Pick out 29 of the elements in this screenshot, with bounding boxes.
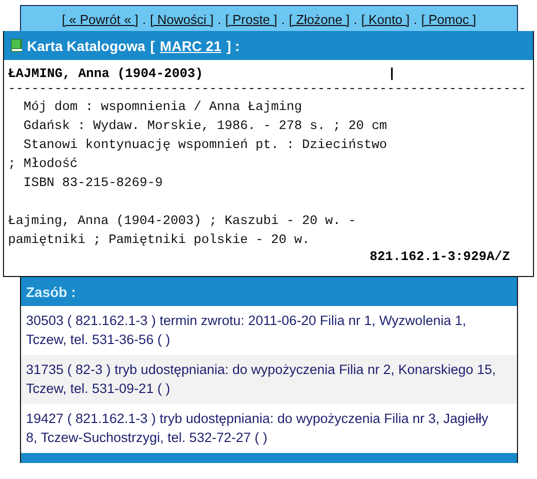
description-line: ; Młodość (8, 155, 79, 173)
description-line: Stanowi kontynuację wspomnień pt. : Dzieciństwo (22, 136, 388, 154)
nav-link[interactable]: [ Konto ] (361, 12, 410, 26)
description-line: Mój dom : wspomnienia / Anna Łajming (22, 98, 303, 116)
book-icon (11, 39, 22, 52)
subject-line: pamiętniki ; Pamiętniki polskie - 20 w. (8, 231, 311, 249)
text-cursor: | (388, 66, 396, 81)
nav-link[interactable]: [ « Powrót « ] (62, 12, 138, 26)
description-line: Gdańsk : Wydaw. Morskie, 1986. - 278 s. ; 20 cm (22, 117, 388, 135)
nav-separator: . (414, 12, 418, 26)
dashed-rule: ------------------------------------------------------------------- (8, 81, 528, 97)
nav-link[interactable]: [ Złożone ] (288, 12, 350, 26)
card-title: Karta Katalogowa (27, 38, 146, 54)
bracket: ] : (226, 38, 240, 54)
author-heading: ŁAJMING, Anna (1904-2003) (8, 66, 204, 81)
nav-link[interactable]: [ Proste ] (225, 12, 278, 26)
marc-link[interactable]: MARC 21 (160, 38, 222, 54)
description-line: ISBN 83-215-8269-9 (22, 174, 164, 192)
holding-row: 31735 ( 82-3 ) tryb udostępniania: do wypożyczenia Filia nr 2, Konarskiego 15, Tczew, tel. 531-09-21 ( ) (21, 355, 517, 404)
subject-line: Łajming, Anna (1904-2003) ; Kaszubi - 20 w. - (8, 212, 358, 230)
call-number: 821.162.1-3:929A/Z (370, 249, 510, 264)
nav-link[interactable]: [ Nowości ] (150, 12, 214, 26)
nav-separator: . (218, 12, 222, 26)
nav-separator: . (281, 12, 285, 26)
bracket: [ (150, 38, 155, 54)
nav-separator: . (354, 12, 358, 26)
nav-separator: . (142, 12, 146, 26)
holdings-title: Zasób : (26, 284, 76, 300)
nav-link[interactable]: [ Pomoc ] (421, 12, 476, 26)
